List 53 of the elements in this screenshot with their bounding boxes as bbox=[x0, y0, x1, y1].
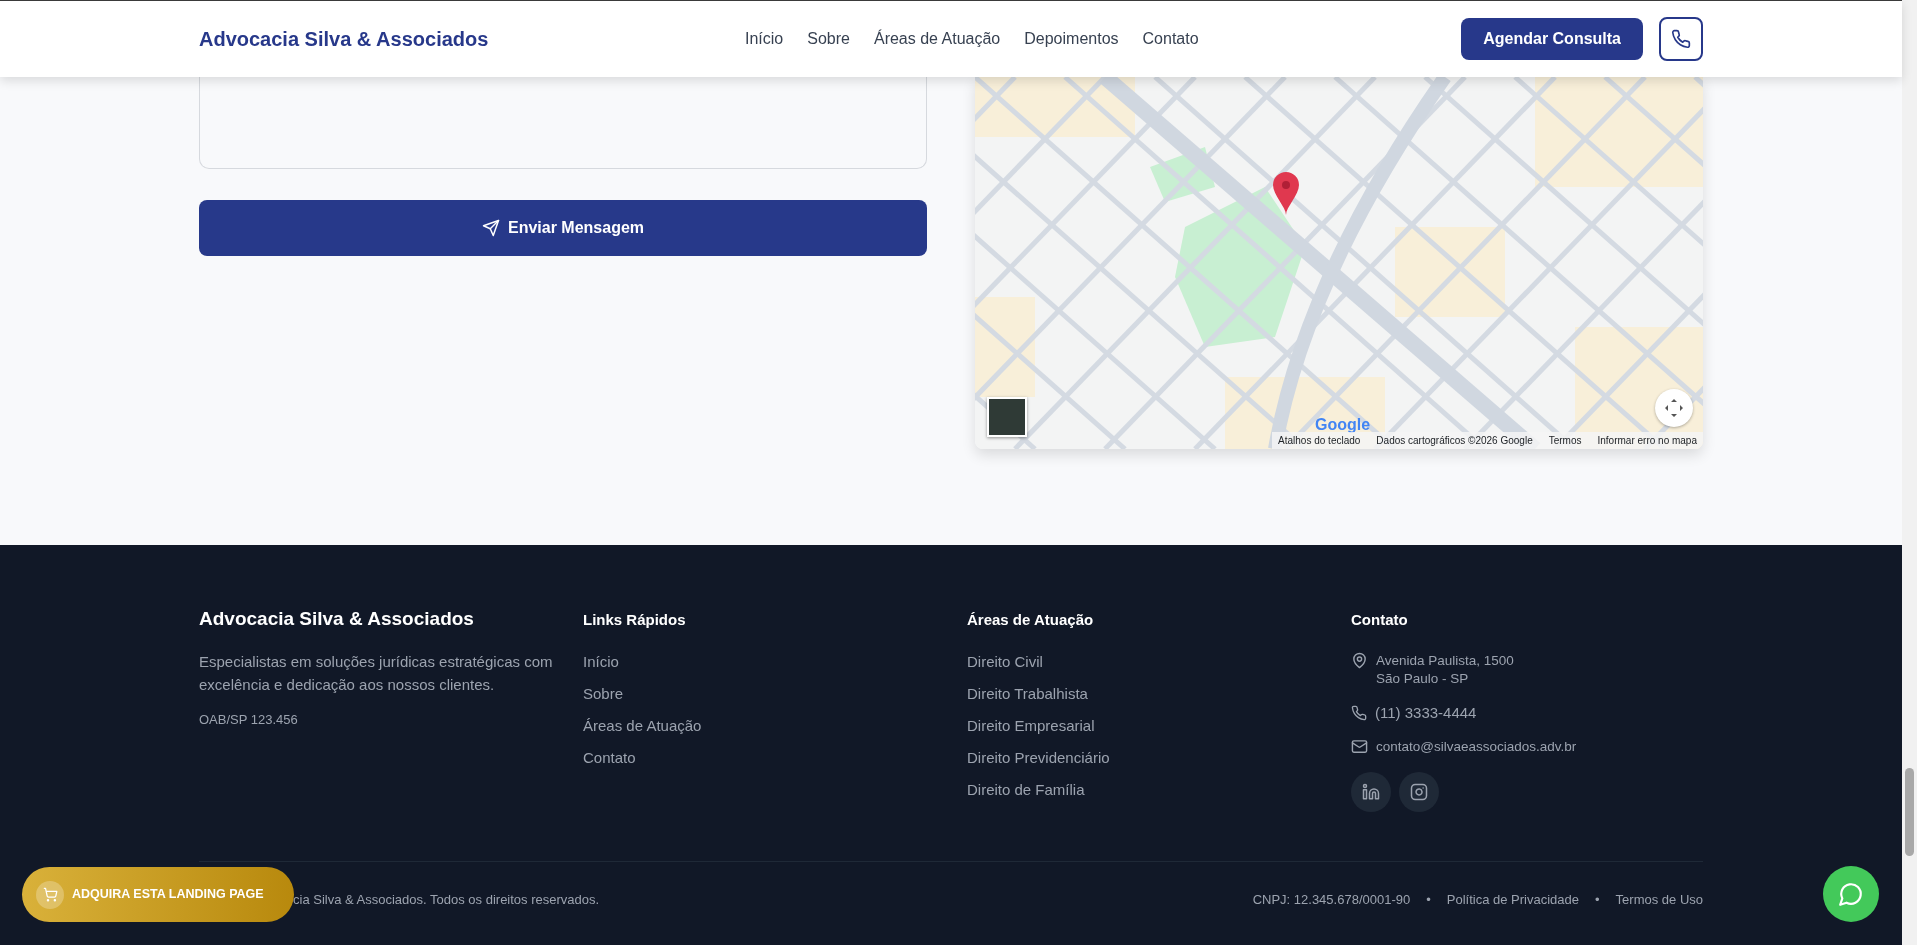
linkedin-icon bbox=[1362, 782, 1380, 801]
copyright-text: cia Silva & Associados. Todos os direitos reservados. bbox=[293, 891, 600, 909]
map-attribution-link[interactable]: Informar erro no mapa bbox=[1597, 433, 1697, 448]
oab-number: OAB/SP 123.456 bbox=[199, 711, 299, 729]
send-icon bbox=[481, 219, 500, 237]
cart-icon bbox=[42, 887, 58, 902]
footer-link[interactable]: Áreas de Atuação bbox=[583, 715, 967, 735]
separator-dot: • bbox=[1595, 891, 1600, 909]
footer-link[interactable]: Direito Previdenciário bbox=[967, 747, 1351, 767]
email-link[interactable]: contato@silvaeassociados.adv.br bbox=[1376, 737, 1577, 756]
footer-link[interactable]: Direito Trabalhista bbox=[967, 683, 1351, 703]
phone-icon bbox=[1351, 704, 1367, 721]
schedule-button[interactable]: Agendar Consulta bbox=[1461, 18, 1643, 60]
nav-link[interactable]: Contato bbox=[1142, 27, 1199, 51]
address-text: Avenida Paulista, 1500 São Paulo - SP bbox=[1376, 651, 1514, 688]
mail-icon bbox=[1351, 738, 1368, 755]
footer-heading: Contato bbox=[1351, 610, 1409, 630]
footer-link[interactable]: Contato bbox=[583, 747, 967, 767]
instagram-icon bbox=[1410, 782, 1428, 801]
google-logo: Google bbox=[1315, 415, 1371, 435]
footer-link[interactable]: Direito Civil bbox=[967, 651, 1351, 671]
legal-link[interactable]: Termos de Uso bbox=[1615, 890, 1703, 910]
scrollbar[interactable] bbox=[1902, 0, 1917, 945]
satellite-view-button[interactable] bbox=[987, 397, 1027, 437]
map-attribution-link[interactable]: Atalhos do teclado bbox=[1278, 433, 1361, 448]
map-attribution-link[interactable]: Termos bbox=[1548, 433, 1582, 448]
linkedin-button[interactable] bbox=[1351, 771, 1391, 812]
separator-dot: • bbox=[1426, 891, 1431, 909]
footer-heading: Links Rápidos bbox=[583, 610, 687, 630]
chat-bubble-icon bbox=[1838, 881, 1864, 907]
phone-icon bbox=[1671, 29, 1691, 49]
nav-link[interactable]: Áreas de Atuação bbox=[873, 27, 1001, 51]
footer-description: Especialistas em soluções jurídicas estratégicas com excelência e dedicação aos nossos clientes. bbox=[199, 651, 554, 695]
instagram-button[interactable] bbox=[1399, 771, 1439, 812]
footer-link[interactable]: Início bbox=[583, 651, 967, 671]
nav-link[interactable]: Início bbox=[745, 27, 784, 51]
map-pin-icon bbox=[1351, 651, 1368, 669]
legal-link[interactable]: Política de Privacidade bbox=[1446, 890, 1579, 910]
send-button[interactable]: Enviar Mensagem bbox=[199, 200, 927, 256]
phone-link[interactable]: (11) 3333-4444 bbox=[1375, 703, 1477, 722]
nav-link[interactable]: Sobre bbox=[807, 27, 850, 51]
brand-logo[interactable]: Advocacia Silva & Associados bbox=[199, 24, 489, 54]
scrollbar-thumb[interactable] bbox=[1905, 768, 1914, 856]
map-attribution-link[interactable]: Dados cartográficos ©2026 Google bbox=[1376, 433, 1533, 448]
footer-brand: Advocacia Silva & Associados bbox=[199, 607, 475, 631]
nav-link[interactable]: Depoimentos bbox=[1024, 27, 1119, 51]
phone-button[interactable] bbox=[1659, 17, 1703, 61]
footer-link[interactable]: Direito de Família bbox=[967, 779, 1351, 799]
cnpj-text: CNPJ: 12.345.678/0001-90 bbox=[1252, 891, 1411, 909]
footer-link[interactable]: Sobre bbox=[583, 683, 967, 703]
footer-link[interactable]: Direito Empresarial bbox=[967, 715, 1351, 735]
footer-heading: Áreas de Atuação bbox=[967, 610, 1095, 630]
map-pin-icon[interactable] bbox=[1273, 172, 1299, 215]
